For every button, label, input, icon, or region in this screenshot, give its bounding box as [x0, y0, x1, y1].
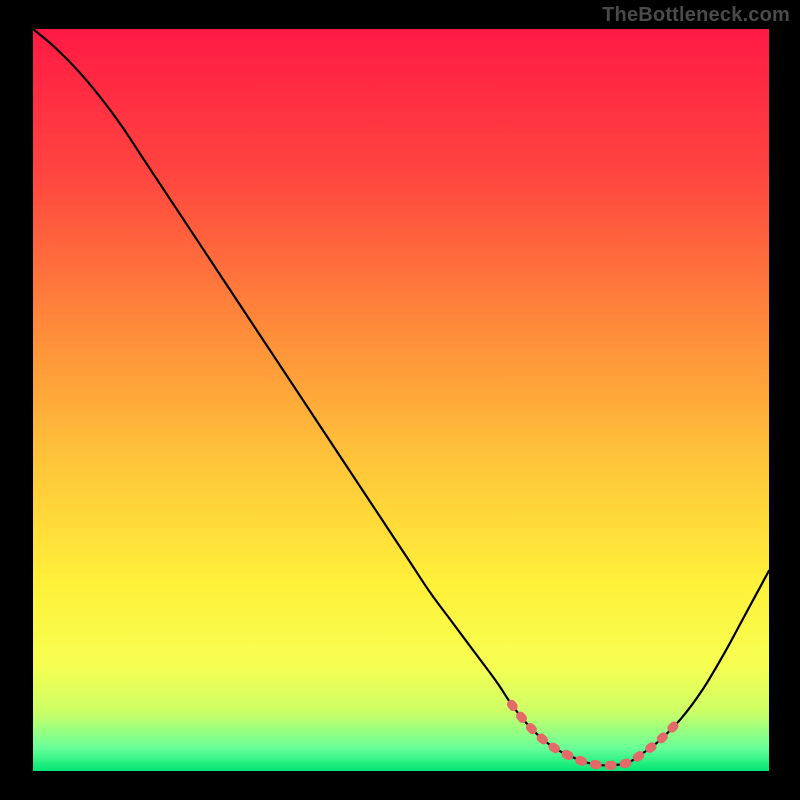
plot-background — [33, 29, 769, 771]
bottleneck-curve-chart — [0, 0, 800, 800]
watermark-text: TheBottleneck.com — [602, 4, 790, 27]
chart-frame: TheBottleneck.com — [0, 0, 800, 800]
